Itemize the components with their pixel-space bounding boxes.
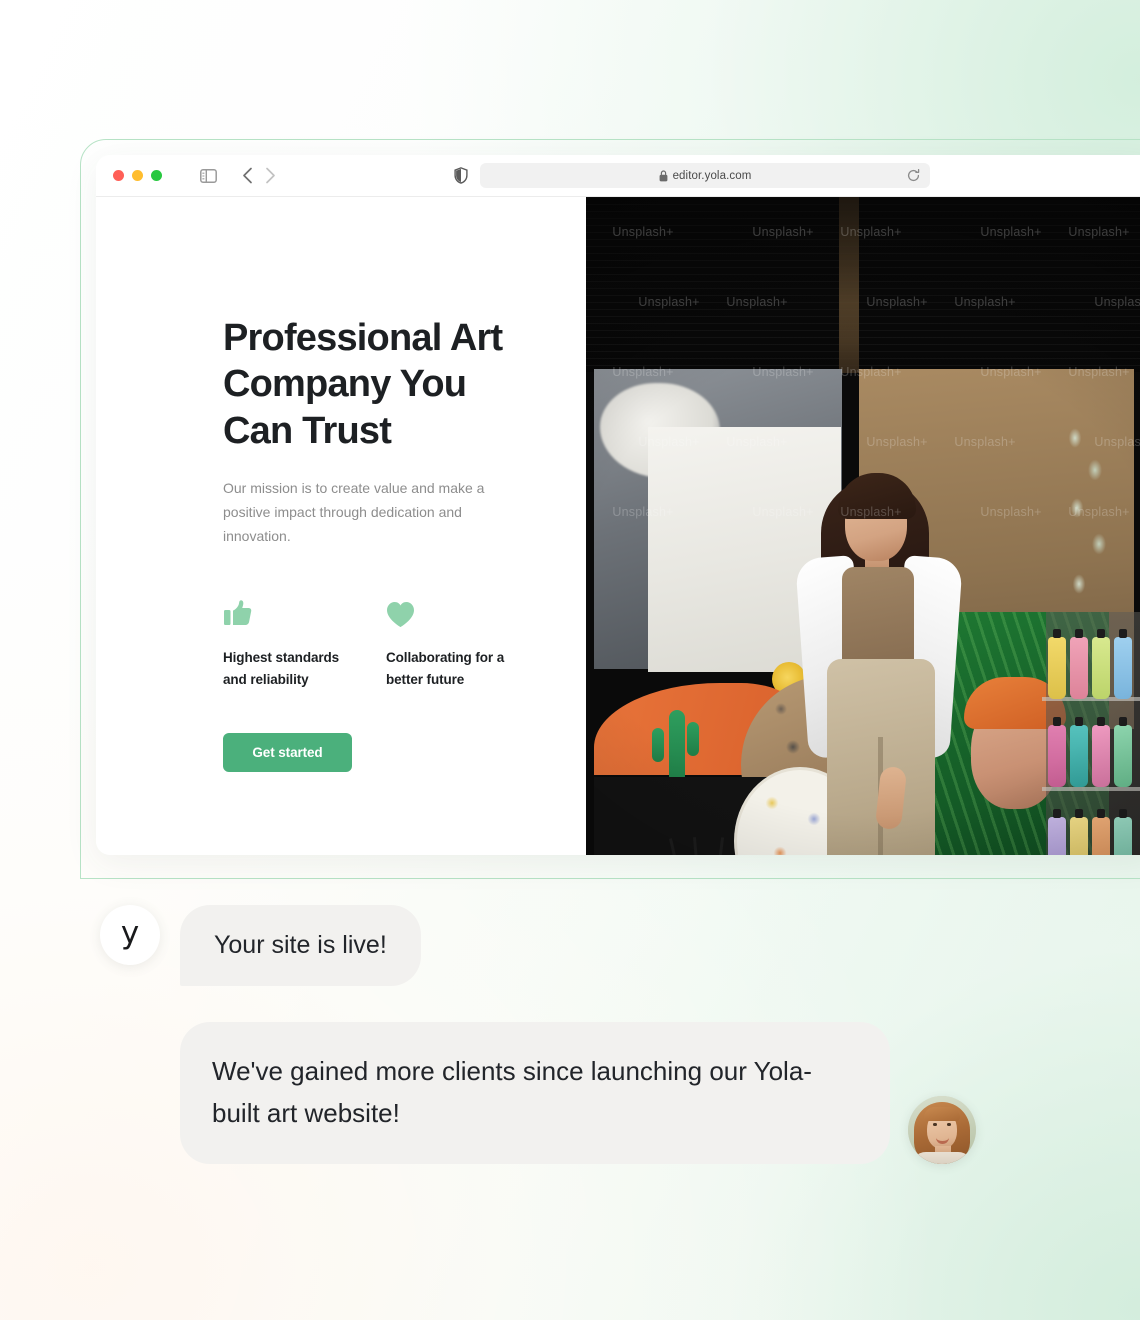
hero-image: Unsplash+ Unsplash+ Unsplash+ Unsplash+ Unsp… [586, 197, 1140, 855]
maximize-window-button[interactable] [151, 170, 162, 181]
hero-text-column: Professional Art Company You Can Trust O… [96, 197, 586, 855]
chat-bubble: Your site is live! [180, 905, 421, 986]
feature-item: Collaborating for a better future [386, 594, 549, 691]
window-controls[interactable] [113, 170, 162, 181]
minimize-window-button[interactable] [132, 170, 143, 181]
feature-label: Highest standards and reliability [223, 650, 340, 688]
get-started-button[interactable]: Get started [223, 733, 352, 773]
yola-logo-text: y [120, 914, 140, 951]
lock-icon [659, 169, 668, 182]
photo-vignette [586, 197, 1140, 855]
chat-message-text: Your site is live! [214, 931, 387, 959]
page-title: Professional Art Company You Can Trust [223, 317, 503, 452]
sidebar-icon[interactable] [200, 168, 217, 183]
client-photo-avatar [908, 1096, 976, 1165]
feature-label: Collaborating for a better future [386, 650, 505, 688]
browser-window: editor.yola.com Professional Art Company… [96, 155, 1140, 855]
chat-message: y Your site is live! [100, 905, 421, 986]
chevron-left-icon[interactable] [242, 167, 253, 184]
avatar-fringe [924, 1107, 960, 1122]
yola-logo-avatar: y [100, 905, 160, 965]
chat-bubble: We've gained more clients since launchin… [180, 1022, 890, 1165]
reload-icon[interactable] [907, 169, 920, 182]
chat-message-text: We've gained more clients since launchin… [212, 1056, 812, 1129]
chevron-right-icon[interactable] [265, 167, 276, 184]
browser-toolbar: editor.yola.com [96, 155, 1140, 197]
feature-item: Highest standards and reliability [223, 594, 386, 691]
address-bar[interactable]: editor.yola.com [480, 163, 930, 188]
site-viewport: Professional Art Company You Can Trust O… [96, 197, 1140, 855]
close-window-button[interactable] [113, 170, 124, 181]
chat-message: We've gained more clients since launchin… [180, 1022, 976, 1165]
avatar-shoulders [910, 1152, 974, 1165]
heart-icon [386, 594, 549, 628]
thumbs-up-icon [223, 594, 386, 628]
hero-subtitle: Our mission is to create value and make … [223, 480, 485, 545]
feature-list: Highest standards and reliability Collab… [223, 594, 586, 691]
url-text: editor.yola.com [672, 169, 752, 182]
shield-icon[interactable] [454, 167, 468, 184]
